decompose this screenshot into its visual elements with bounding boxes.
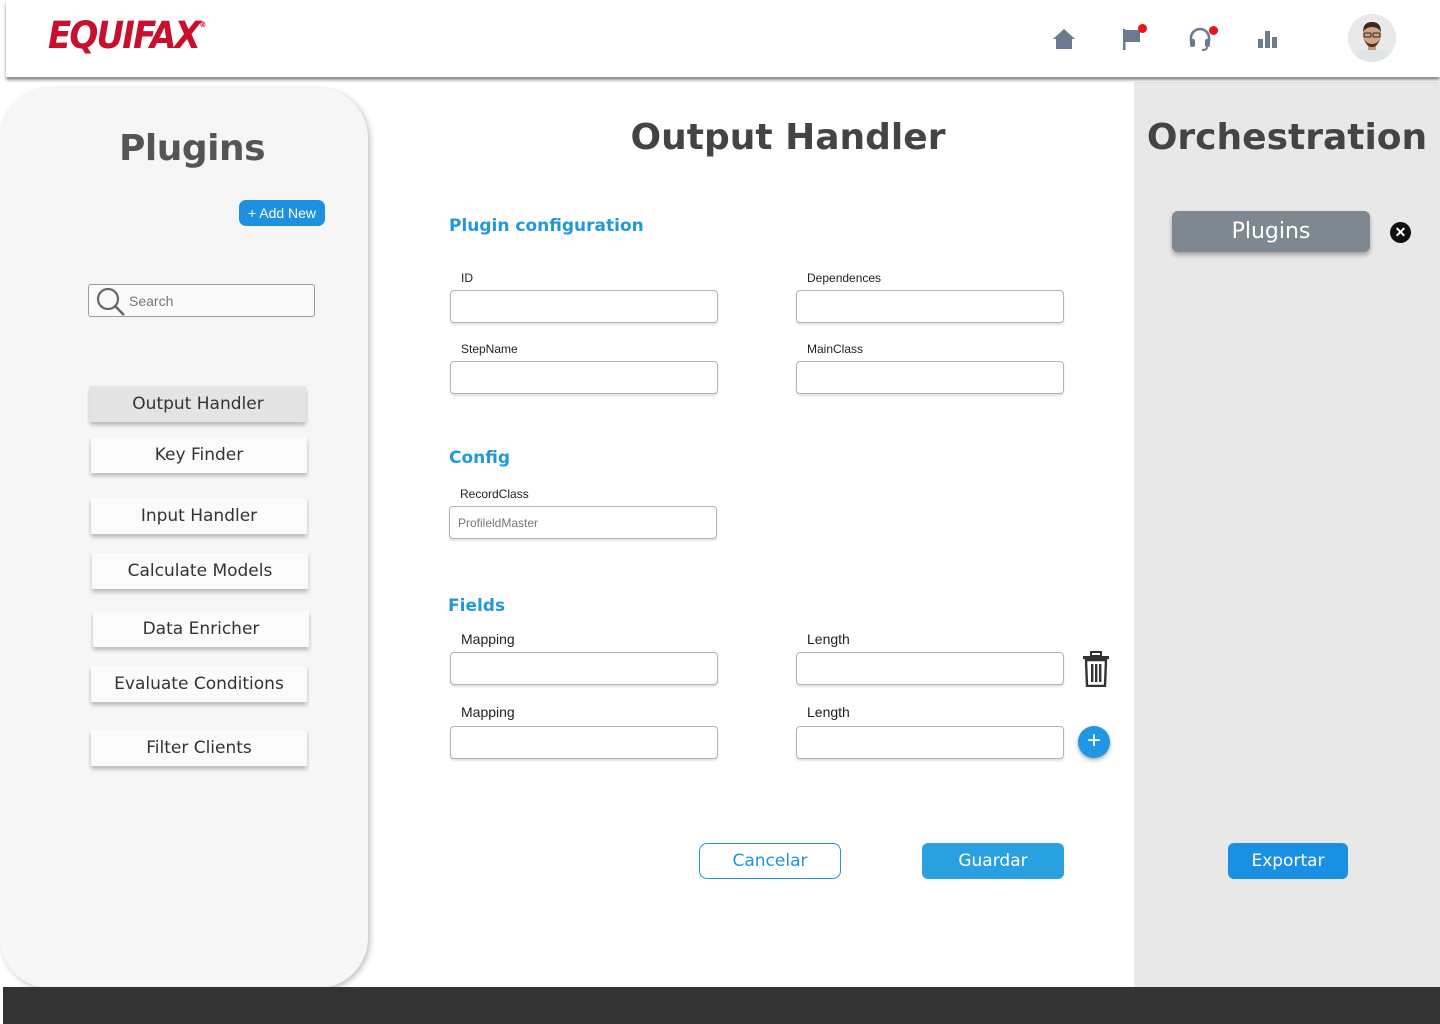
trash-icon[interactable] (1080, 651, 1112, 688)
flag-icon[interactable] (1115, 22, 1149, 56)
notification-dot (1138, 24, 1147, 33)
plugin-item-input-handler[interactable]: Input Handler (91, 498, 307, 534)
length-label: Length (807, 704, 850, 720)
plugin-configuration-heading: Plugin configuration (449, 216, 644, 236)
plugin-item-output-handler[interactable]: Output Handler (90, 386, 306, 422)
plugin-item-key-finder[interactable]: Key Finder (91, 437, 307, 473)
page-title: Output Handler (630, 117, 946, 158)
length-field[interactable] (796, 726, 1064, 759)
dependences-label: Dependences (807, 271, 882, 285)
id-label: ID (461, 271, 473, 285)
mapping-label: Mapping (461, 631, 515, 647)
orchestration-plugins-chip[interactable]: Plugins (1172, 211, 1370, 252)
equifax-logo[interactable]: EQUIFAX® (48, 14, 206, 57)
recordclass-label: RecordClass (460, 487, 529, 501)
mapping-label: Mapping (461, 704, 515, 720)
search-input[interactable] (129, 290, 309, 312)
export-button[interactable]: Exportar (1228, 843, 1348, 879)
stepname-field[interactable] (450, 361, 718, 394)
headset-icon[interactable] (1183, 22, 1218, 56)
footer-bar (3, 987, 1440, 1024)
plugin-item-evaluate-conditions[interactable]: Evaluate Conditions (91, 666, 307, 702)
plugin-item-data-enricher[interactable]: Data Enricher (93, 611, 309, 647)
add-new-button[interactable]: + Add New (239, 200, 325, 226)
mainclass-field[interactable] (796, 361, 1064, 394)
logo-text: EQUIFAX (48, 14, 201, 57)
user-avatar[interactable] (1348, 14, 1396, 62)
recordclass-field[interactable] (449, 506, 717, 539)
close-icon[interactable]: ✕ (1390, 222, 1411, 243)
mapping-field[interactable] (450, 652, 718, 685)
fields-heading: Fields (448, 596, 506, 616)
save-button[interactable]: Guardar (922, 843, 1064, 879)
search-icon (96, 287, 125, 316)
plugin-item-calculate-models[interactable]: Calculate Models (92, 553, 308, 589)
plugin-item-filter-clients[interactable]: Filter Clients (91, 730, 307, 766)
dependences-field[interactable] (796, 290, 1064, 323)
top-header: EQUIFAX® (6, 0, 1440, 77)
add-field-button[interactable]: + (1078, 726, 1110, 758)
notification-dot (1209, 26, 1218, 35)
bar-chart-icon[interactable] (1251, 22, 1285, 56)
stepname-label: StepName (461, 342, 518, 356)
length-field[interactable] (796, 652, 1064, 685)
logo-registered-mark: ® (199, 20, 207, 29)
orchestration-title: Orchestration (1146, 117, 1428, 158)
config-heading: Config (449, 448, 511, 468)
home-icon[interactable] (1047, 22, 1081, 56)
length-label: Length (807, 631, 850, 647)
sidebar-title: Plugins (118, 128, 266, 169)
id-field[interactable] (450, 290, 718, 323)
search-box (88, 284, 315, 317)
cancel-button[interactable]: Cancelar (699, 843, 841, 879)
mapping-field[interactable] (450, 726, 718, 759)
mainclass-label: MainClass (807, 342, 864, 356)
